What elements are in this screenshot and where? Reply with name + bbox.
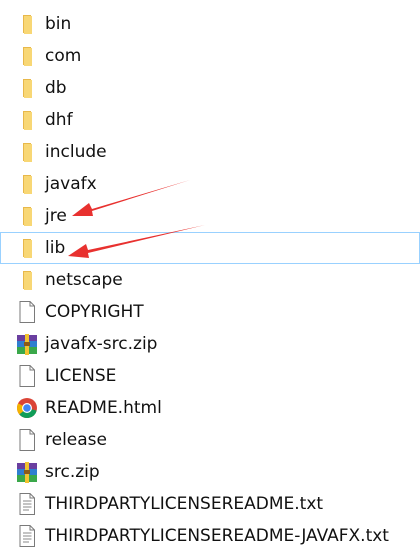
- file-name: jre: [45, 206, 67, 226]
- file-row-db[interactable]: db: [0, 72, 420, 104]
- file-name: THIRDPARTYLICENSEREADME.txt: [45, 494, 324, 514]
- file-list: bin com db dhf include javafx jre lib ne…: [0, 8, 420, 552]
- file-name: javafx-src.zip: [45, 334, 158, 354]
- folder-icon: [16, 236, 38, 260]
- file-row-jre[interactable]: jre: [0, 200, 420, 232]
- folder-icon: [16, 12, 38, 36]
- file-row-com[interactable]: com: [0, 40, 420, 72]
- file-name: bin: [45, 14, 72, 34]
- file-row-copyright[interactable]: COPYRIGHT: [0, 296, 420, 328]
- file-row-javafx-src-zip[interactable]: javafx-src.zip: [0, 328, 420, 360]
- file-icon: [16, 428, 38, 452]
- file-row-include[interactable]: include: [0, 136, 420, 168]
- winrar-archive-icon: [16, 460, 38, 484]
- text-file-icon: [16, 524, 38, 548]
- file-name: db: [45, 78, 67, 98]
- file-name: lib: [45, 238, 66, 258]
- file-row-readme-html[interactable]: README.html: [0, 392, 420, 424]
- file-name: com: [45, 46, 82, 66]
- file-row-release[interactable]: release: [0, 424, 420, 456]
- folder-icon: [16, 204, 38, 228]
- text-file-icon: [16, 492, 38, 516]
- file-row-netscape[interactable]: netscape: [0, 264, 420, 296]
- file-row-src-zip[interactable]: src.zip: [0, 456, 420, 488]
- folder-icon: [16, 140, 38, 164]
- file-row-lib[interactable]: lib: [0, 232, 420, 264]
- file-name: src.zip: [45, 462, 100, 482]
- file-row-license[interactable]: LICENSE: [0, 360, 420, 392]
- file-row-dhf[interactable]: dhf: [0, 104, 420, 136]
- folder-icon: [16, 108, 38, 132]
- file-name: netscape: [45, 270, 123, 290]
- file-name: dhf: [45, 110, 73, 130]
- folder-icon: [16, 268, 38, 292]
- file-name: THIRDPARTYLICENSEREADME-JAVAFX.txt: [45, 526, 389, 546]
- file-row-thirdpartylicensereadme-javafx-txt[interactable]: THIRDPARTYLICENSEREADME-JAVAFX.txt: [0, 520, 420, 552]
- chrome-icon: [16, 396, 38, 420]
- file-icon: [16, 300, 38, 324]
- file-icon: [16, 364, 38, 388]
- file-name: javafx: [45, 174, 97, 194]
- winrar-archive-icon: [16, 332, 38, 356]
- file-row-bin[interactable]: bin: [0, 8, 420, 40]
- file-name: release: [45, 430, 107, 450]
- folder-icon: [16, 44, 38, 68]
- file-row-thirdpartylicensereadme-txt[interactable]: THIRDPARTYLICENSEREADME.txt: [0, 488, 420, 520]
- file-name: include: [45, 142, 107, 162]
- file-name: LICENSE: [45, 366, 117, 386]
- file-name: README.html: [45, 398, 162, 418]
- folder-icon: [16, 172, 38, 196]
- file-row-javafx[interactable]: javafx: [0, 168, 420, 200]
- folder-icon: [16, 76, 38, 100]
- file-name: COPYRIGHT: [45, 302, 144, 322]
